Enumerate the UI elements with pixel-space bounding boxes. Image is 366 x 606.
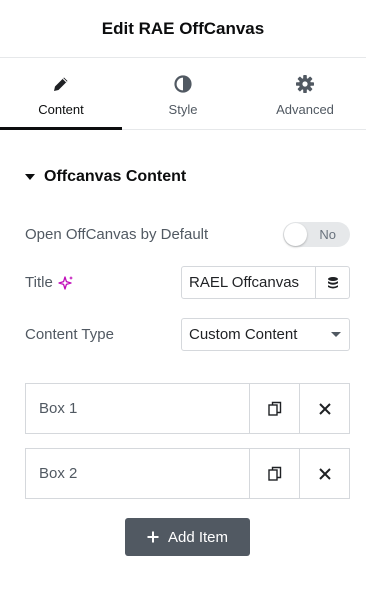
open-by-default-label: Open OffCanvas by Default <box>25 226 209 243</box>
section-toggle-offcanvas-content[interactable]: Offcanvas Content <box>25 168 186 186</box>
panel-title: Edit RAE OffCanvas <box>101 18 265 38</box>
title-input-group <box>181 266 350 299</box>
close-icon[interactable] <box>299 449 349 498</box>
switch-knob <box>284 223 307 246</box>
title-label: Title <box>25 274 53 291</box>
caret-down-icon <box>25 174 35 180</box>
database-icon[interactable] <box>315 267 349 298</box>
repeater-item-title[interactable]: Box 2 <box>26 449 249 498</box>
control-open-by-default: Open OffCanvas by Default No <box>25 222 350 247</box>
duplicate-icon[interactable] <box>249 384 299 433</box>
contrast-icon <box>172 73 194 95</box>
duplicate-icon[interactable] <box>249 449 299 498</box>
tab-content-label: Content <box>38 102 84 117</box>
chevron-down-icon <box>331 332 341 337</box>
content-type-select[interactable]: Custom Content <box>181 318 350 351</box>
tab-style[interactable]: Style <box>122 58 244 129</box>
plus-icon <box>147 531 159 543</box>
close-icon[interactable] <box>299 384 349 433</box>
panel-header: Edit RAE OffCanvas <box>0 0 366 58</box>
content-type-label: Content Type <box>25 326 114 343</box>
control-content-type: Content Type Custom Content <box>25 318 350 351</box>
repeater-item: Box 2 <box>25 448 350 499</box>
content-type-value: Custom Content <box>189 326 298 343</box>
section-title: Offcanvas Content <box>44 168 187 185</box>
tab-content[interactable]: Content <box>0 58 122 130</box>
tab-bar: Content Style Advanced <box>0 58 366 130</box>
repeater-item-title[interactable]: Box 1 <box>26 384 249 433</box>
tab-advanced-label: Advanced <box>276 102 334 117</box>
open-by-default-switch[interactable]: No <box>283 222 350 247</box>
switch-state-text: No <box>319 227 336 242</box>
add-item-label: Add Item <box>167 528 229 546</box>
gear-icon <box>294 73 316 95</box>
sparkle-icon[interactable] <box>58 275 74 291</box>
tab-style-label: Style <box>168 102 198 117</box>
tab-advanced[interactable]: Advanced <box>244 58 366 129</box>
pencil-icon <box>50 73 72 95</box>
title-label-wrap: Title <box>25 274 74 291</box>
repeater-item: Box 1 <box>25 383 350 434</box>
add-item-button[interactable]: Add Item <box>125 518 250 556</box>
control-title: Title <box>25 266 350 299</box>
title-input[interactable] <box>182 267 315 298</box>
